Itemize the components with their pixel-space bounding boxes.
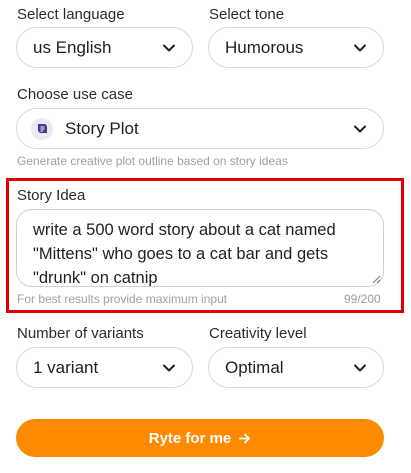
ryte-for-me-label: Ryte for me: [148, 429, 232, 447]
tone-value: Humorous: [225, 37, 304, 57]
ryte-for-me-button[interactable]: Ryte for me: [16, 419, 384, 457]
variants-label: Number of variants: [17, 325, 144, 342]
chevron-down-icon: [353, 361, 367, 375]
chevron-down-icon: [162, 41, 176, 55]
story-idea-label: Story Idea: [17, 187, 86, 204]
language-value: us English: [33, 37, 112, 57]
chevron-down-icon: [353, 122, 367, 136]
arrow-right-icon: [239, 433, 251, 444]
creativity-select[interactable]: Optimal: [208, 347, 384, 388]
chevron-down-icon: [162, 361, 176, 375]
use-case-select[interactable]: Story Plot: [16, 108, 384, 149]
story-idea-helper: For best results provide maximum input: [17, 292, 228, 306]
story-idea-input[interactable]: write a 500 word story about a cat named…: [16, 209, 384, 287]
tone-select[interactable]: Humorous: [208, 27, 384, 68]
creativity-value: Optimal: [225, 357, 284, 377]
use-case-helper: Generate creative plot outline based on …: [17, 154, 288, 168]
language-label: Select language: [17, 6, 125, 23]
resize-handle-icon[interactable]: [372, 275, 381, 284]
variants-value: 1 variant: [33, 357, 99, 377]
tone-label: Select tone: [209, 6, 285, 23]
variants-select[interactable]: 1 variant: [16, 347, 193, 388]
language-select[interactable]: us English: [16, 27, 193, 68]
chevron-down-icon: [353, 41, 367, 55]
story-idea-counter: 99/200: [344, 292, 381, 306]
use-case-value: Story Plot: [65, 118, 139, 138]
story-plot-icon: [31, 117, 53, 140]
use-case-label: Choose use case: [17, 86, 133, 103]
creativity-label: Creativity level: [209, 325, 307, 342]
